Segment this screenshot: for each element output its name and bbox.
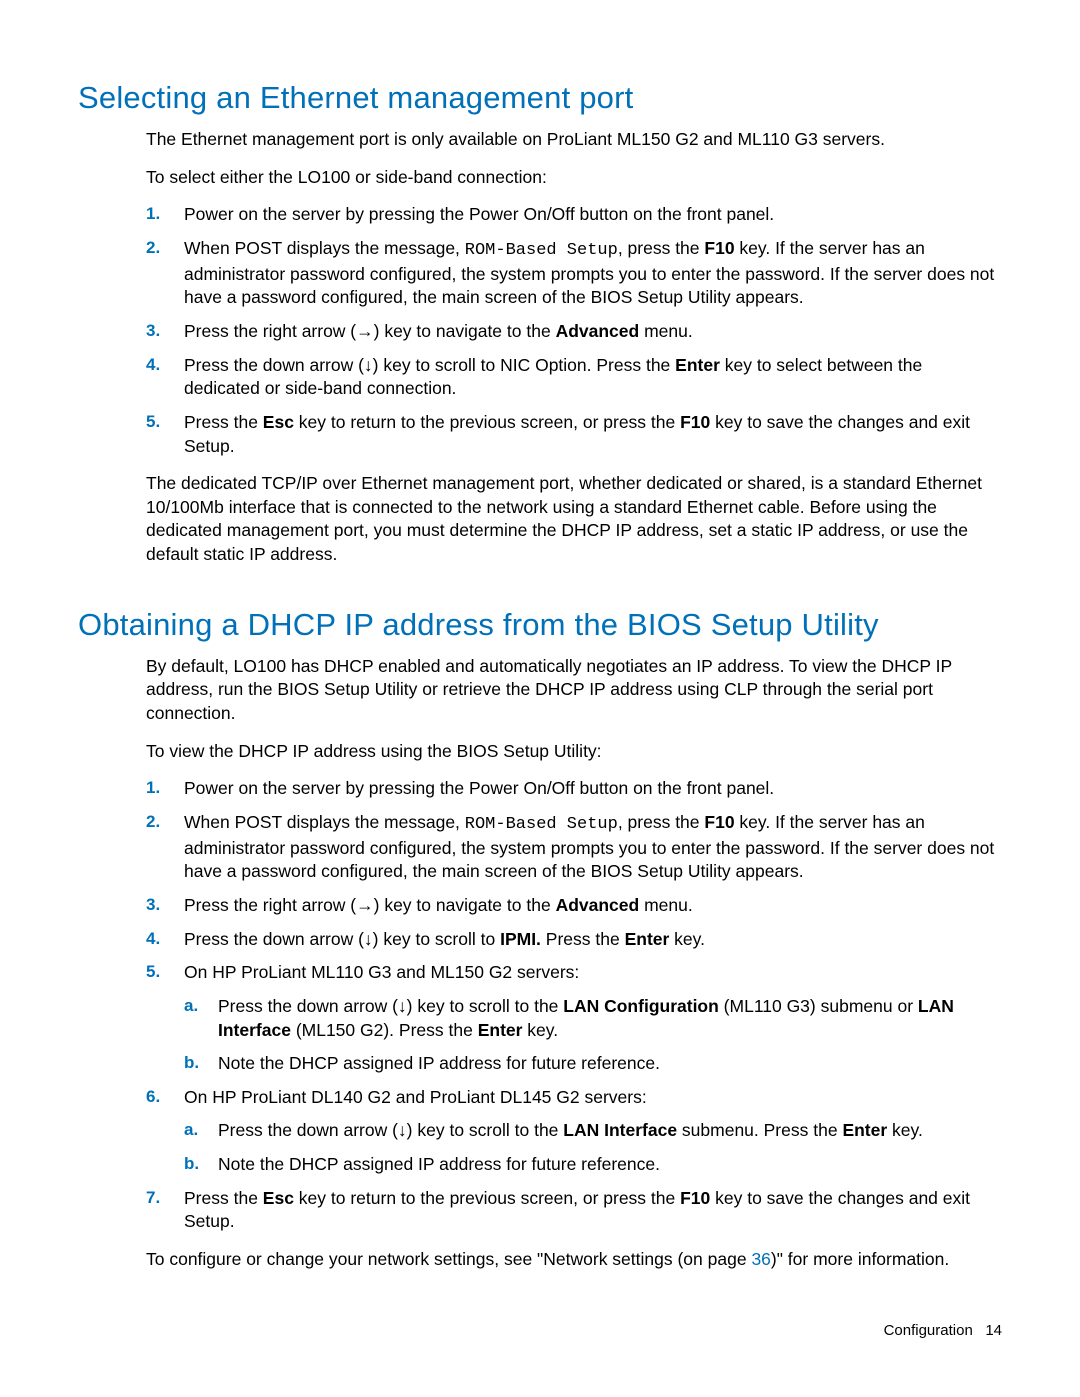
t: Press the down arrow (↓) key to scroll t…	[184, 355, 675, 375]
t: , press the	[618, 812, 705, 832]
t: When POST displays the message,	[184, 812, 465, 832]
section2-p2: To view the DHCP IP address using the BI…	[146, 740, 1002, 764]
step-text: Power on the server by pressing the Powe…	[184, 204, 774, 224]
section1-p1: The Ethernet management port is only ava…	[146, 128, 1002, 152]
footer-page-number: 14	[985, 1322, 1002, 1339]
t: Power on the server by pressing the Powe…	[184, 778, 774, 798]
t: key.	[669, 929, 705, 949]
key-enter: Enter	[625, 929, 670, 949]
step-3: Press the right arrow (→) key to navigat…	[146, 894, 1002, 918]
t: When POST displays the message,	[184, 238, 465, 258]
footer-section: Configuration	[884, 1322, 973, 1339]
mono-text: ROM-Based Setup	[465, 815, 618, 834]
section2-p1: By default, LO100 has DHCP enabled and a…	[146, 655, 1002, 726]
step-3: Press the right arrow (→) key to navigat…	[146, 320, 1002, 344]
key-f10: F10	[680, 412, 710, 432]
section2-body: By default, LO100 has DHCP enabled and a…	[146, 655, 1002, 1272]
step-1: Power on the server by pressing the Powe…	[146, 203, 1002, 227]
step-1: Power on the server by pressing the Powe…	[146, 777, 1002, 801]
t: (ML110 G3) submenu or	[719, 996, 918, 1016]
step-5-sub: Press the down arrow (↓) key to scroll t…	[184, 995, 1002, 1076]
t: Note the DHCP assigned IP address for fu…	[218, 1154, 660, 1174]
menu-lan-config: LAN Configuration	[563, 996, 719, 1016]
t: menu.	[639, 895, 693, 915]
t: , press the	[618, 238, 705, 258]
step-7: Press the Esc key to return to the previ…	[146, 1187, 1002, 1234]
section1-p2: To select either the LO100 or side-band …	[146, 166, 1002, 190]
section1-p3: The dedicated TCP/IP over Ethernet manag…	[146, 472, 1002, 567]
key-f10: F10	[680, 1188, 710, 1208]
t: On HP ProLiant DL140 G2 and ProLiant DL1…	[184, 1087, 647, 1107]
t: key to return to the previous screen, or…	[294, 1188, 680, 1208]
t: Note the DHCP assigned IP address for fu…	[218, 1053, 660, 1073]
t: Press the	[541, 929, 625, 949]
t: Press the down arrow (↓) key to scroll t…	[184, 929, 500, 949]
step-2: When POST displays the message, ROM-Base…	[146, 237, 1002, 310]
step-5a: Press the down arrow (↓) key to scroll t…	[184, 995, 1002, 1042]
t: Press the down arrow (↓) key to scroll t…	[218, 1120, 563, 1140]
key-enter: Enter	[478, 1020, 523, 1040]
key-esc: Esc	[263, 412, 294, 432]
step-5: On HP ProLiant ML110 G3 and ML150 G2 ser…	[146, 961, 1002, 1076]
t: menu.	[639, 321, 693, 341]
menu-advanced: Advanced	[556, 895, 640, 915]
t: key.	[887, 1120, 923, 1140]
step-6: On HP ProLiant DL140 G2 and ProLiant DL1…	[146, 1086, 1002, 1177]
menu-advanced: Advanced	[556, 321, 640, 341]
step-5b: Note the DHCP assigned IP address for fu…	[184, 1052, 1002, 1076]
step-4: Press the down arrow (↓) key to scroll t…	[146, 928, 1002, 952]
menu-ipmi: IPMI.	[500, 929, 541, 949]
t: key to return to the previous screen, or…	[294, 412, 680, 432]
step-5: Press the Esc key to return to the previ…	[146, 411, 1002, 458]
section1-steps: Power on the server by pressing the Powe…	[146, 203, 1002, 458]
t: Press the right arrow (→) key to navigat…	[184, 321, 556, 341]
t: Press the	[184, 412, 263, 432]
t: Press the down arrow (↓) key to scroll t…	[218, 996, 563, 1016]
step-6-sub: Press the down arrow (↓) key to scroll t…	[184, 1119, 1002, 1176]
key-enter: Enter	[842, 1120, 887, 1140]
section1-body: The Ethernet management port is only ava…	[146, 128, 1002, 567]
key-f10: F10	[704, 812, 734, 832]
t: submenu. Press the	[677, 1120, 842, 1140]
key-enter: Enter	[675, 355, 720, 375]
page: Selecting an Ethernet management port Th…	[0, 0, 1080, 1397]
menu-lan-interface: LAN Interface	[563, 1120, 677, 1140]
step-4: Press the down arrow (↓) key to scroll t…	[146, 354, 1002, 401]
step-6a: Press the down arrow (↓) key to scroll t…	[184, 1119, 1002, 1143]
section1-title: Selecting an Ethernet management port	[78, 80, 1002, 116]
key-f10: F10	[704, 238, 734, 258]
t: Press the	[184, 1188, 263, 1208]
step-6b: Note the DHCP assigned IP address for fu…	[184, 1153, 1002, 1177]
key-esc: Esc	[263, 1188, 294, 1208]
section2-title: Obtaining a DHCP IP address from the BIO…	[78, 607, 1002, 643]
section2-p3: To configure or change your network sett…	[146, 1248, 1002, 1272]
page-link-36[interactable]: 36	[751, 1249, 770, 1269]
t: )" for more information.	[771, 1249, 949, 1269]
t: (ML150 G2). Press the	[291, 1020, 478, 1040]
mono-text: ROM-Based Setup	[465, 241, 618, 260]
section2-steps: Power on the server by pressing the Powe…	[146, 777, 1002, 1234]
t: On HP ProLiant ML110 G3 and ML150 G2 ser…	[184, 962, 579, 982]
t: To configure or change your network sett…	[146, 1249, 751, 1269]
t: Press the right arrow (→) key to navigat…	[184, 895, 556, 915]
step-2: When POST displays the message, ROM-Base…	[146, 811, 1002, 884]
page-footer: Configuration 14	[884, 1322, 1002, 1339]
t: key.	[522, 1020, 558, 1040]
